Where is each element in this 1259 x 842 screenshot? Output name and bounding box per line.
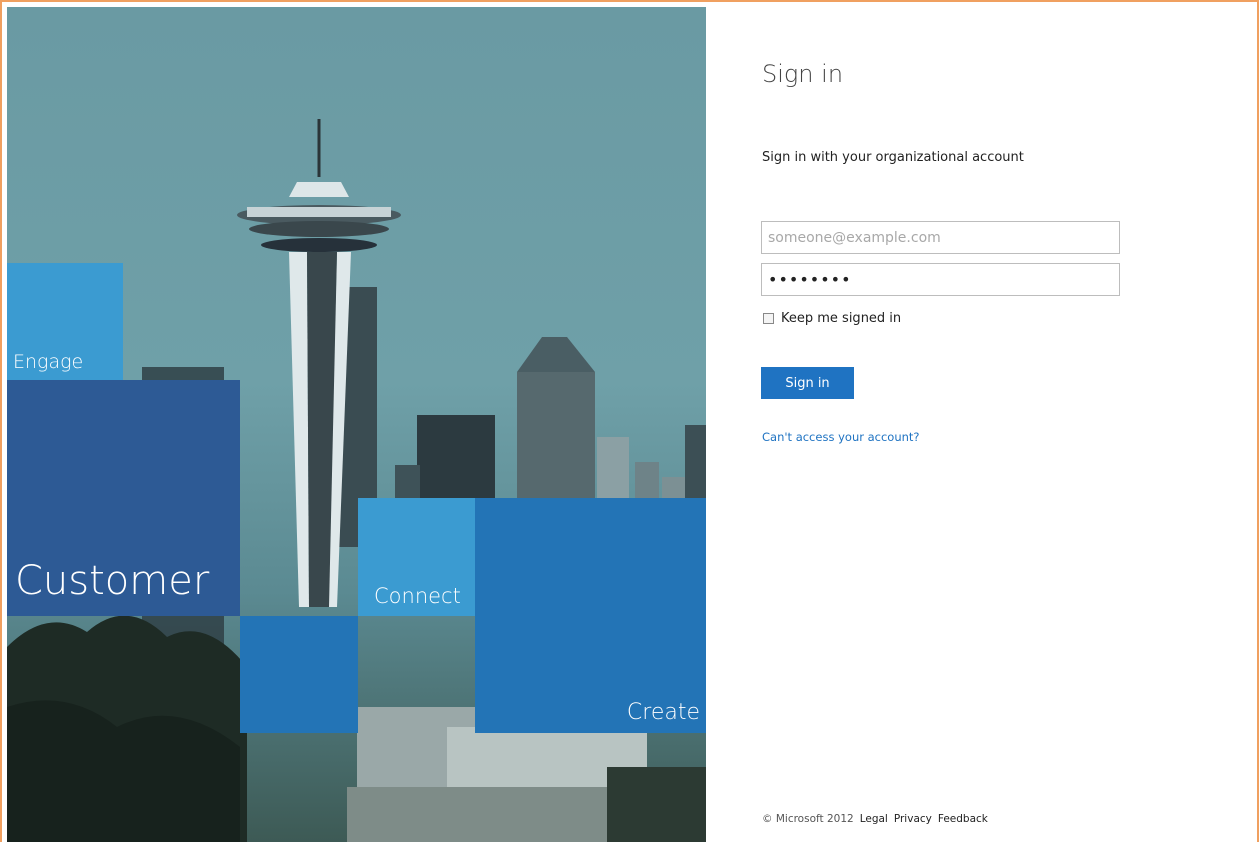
keep-signed-in-checkbox[interactable] bbox=[763, 313, 774, 324]
password-input[interactable] bbox=[761, 263, 1120, 296]
tile-connect-label: Connect bbox=[374, 584, 461, 608]
tile-connect: Connect bbox=[358, 498, 476, 616]
signin-button[interactable]: Sign in bbox=[761, 367, 854, 399]
tile-create-label: Create bbox=[626, 700, 700, 725]
footer-link-legal[interactable]: Legal bbox=[860, 813, 888, 825]
tile-blank bbox=[240, 616, 358, 733]
tile-engage: Engage bbox=[7, 263, 123, 381]
keep-signed-in-row[interactable]: Keep me signed in bbox=[763, 311, 901, 326]
hero-illustration: Engage Customer Connect Create bbox=[7, 7, 706, 842]
keep-signed-in-label[interactable]: Keep me signed in bbox=[781, 311, 901, 326]
signin-subtitle: Sign in with your organizational account bbox=[762, 150, 1024, 165]
email-input[interactable] bbox=[761, 221, 1120, 254]
footer: © Microsoft 2012 Legal Privacy Feedback bbox=[762, 813, 988, 825]
cant-access-account-link[interactable]: Can't access your account? bbox=[762, 430, 920, 444]
tile-customer-label: Customer bbox=[15, 558, 210, 604]
tile-customer: Customer bbox=[7, 380, 240, 616]
footer-link-privacy[interactable]: Privacy bbox=[894, 813, 932, 825]
page-title: Sign in bbox=[762, 60, 844, 88]
tile-create: Create bbox=[475, 498, 706, 733]
copyright-text: © Microsoft 2012 bbox=[762, 813, 854, 825]
footer-link-feedback[interactable]: Feedback bbox=[938, 813, 988, 825]
signin-panel: Sign in Sign in with your organizational… bbox=[706, 0, 1259, 842]
tile-engage-label: Engage bbox=[13, 351, 84, 373]
